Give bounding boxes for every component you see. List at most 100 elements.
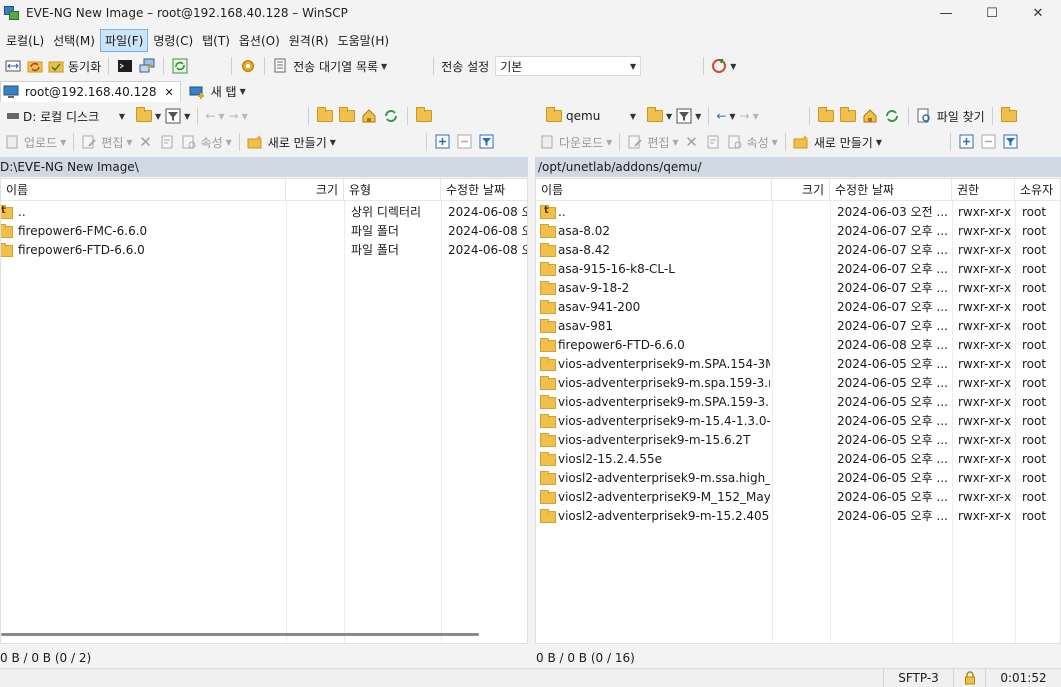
putty-button[interactable] (136, 55, 158, 77)
left-parent-dir-button[interactable] (314, 105, 336, 127)
left-root-dir-button[interactable] (336, 105, 358, 127)
transfer-settings-select[interactable]: 기본 ▼ (495, 56, 642, 76)
left-drive-select[interactable]: D: 로컬 디스크 ▼ (2, 106, 130, 126)
close-button[interactable]: ✕ (1015, 0, 1061, 26)
table-row[interactable]: viosl2-adventerprisek9-m-15.2.4055 2024-0… (536, 507, 1060, 526)
left-forward-button[interactable]: → ▼ (227, 105, 250, 127)
left-edit-button[interactable]: 편집 ▼ (79, 131, 134, 153)
update-check-button[interactable]: ▼ (709, 55, 738, 77)
menu-options[interactable]: 옵션(O) (235, 30, 284, 51)
menu-select[interactable]: 선택(M) (49, 30, 99, 51)
right-col-owner[interactable]: 소유자 (1015, 179, 1060, 201)
terminal-button[interactable] (114, 55, 136, 77)
sync-browse-button[interactable] (24, 55, 46, 77)
table-row[interactable]: viosl2-15.2.4.55e 2024-06-05 오후 ... rwxr-x… (536, 450, 1060, 469)
table-row[interactable]: asa-8.42 2024-06-07 오후 ... rwxr-xr-x root (536, 241, 1060, 260)
right-properties-button[interactable]: 속성 ▼ (725, 131, 780, 153)
table-row[interactable]: vios-adventerprisek9-m-15.6.2T 2024-06-05… (536, 431, 1060, 450)
right-col-date[interactable]: 수정한 날짜 (830, 179, 952, 201)
right-col-perm[interactable]: 권한 (952, 179, 1015, 201)
right-dir-select[interactable]: qemu ▼ (541, 106, 641, 126)
maximize-button[interactable]: ☐ (969, 0, 1015, 26)
left-filter-select-button[interactable] (476, 131, 498, 153)
right-new-button[interactable]: 새로 만들기 ▼ (791, 131, 884, 153)
right-delete-button[interactable]: ✕ (681, 131, 703, 153)
queue-list-button[interactable]: 전송 대기열 목록 ▼ (270, 55, 389, 77)
right-filter-select-button[interactable] (1000, 131, 1022, 153)
table-row[interactable]: firepower6-FTD-6.6.0 2024-06-08 오후 ... rwx… (536, 336, 1060, 355)
file-modified: 2024-06-08 오 (448, 243, 528, 257)
table-row[interactable]: vios-adventerprisek9-m.SPA.159-3.M3 2024-… (536, 393, 1060, 412)
left-refresh-button[interactable] (380, 105, 402, 127)
table-row[interactable]: vios-adventerprisek9-m.spa.159-3.m2 2024-… (536, 374, 1060, 393)
refresh-session-button[interactable] (169, 55, 191, 77)
left-path-bar[interactable]: D:\EVE-NG New Image\ (0, 157, 528, 177)
right-home-button[interactable] (859, 105, 881, 127)
table-row[interactable]: viosl2-adventerpriseK9-M_152_May_... 2024… (536, 488, 1060, 507)
menu-file[interactable]: 파일(F) (99, 28, 149, 52)
menu-tab[interactable]: 탭(T) (198, 30, 234, 51)
tab-session[interactable]: root@192.168.40.128 ✕ (0, 81, 181, 102)
right-open-dir-button[interactable]: ▼ (645, 105, 674, 127)
table-row[interactable]: vios-adventerprisek9-m-15.4-1.3.0-1... 20… (536, 412, 1060, 431)
right-path-bar[interactable]: /opt/unetlab/addons/qemu/ (535, 157, 1061, 177)
right-deselect-button[interactable] (978, 131, 1000, 153)
right-select-all-button[interactable] (956, 131, 978, 153)
table-row[interactable]: viosl2-adventerprisek9-m.ssa.high_iro...… (536, 469, 1060, 488)
left-rename-button[interactable] (157, 131, 179, 153)
left-select-all-button[interactable] (432, 131, 454, 153)
download-button[interactable]: 다운로드 ▼ (537, 131, 614, 153)
table-row[interactable]: firepower6-FMC-6.6.0 파일 폴더 2024-06-08 오 (1, 222, 527, 241)
synchronize-button[interactable]: 동기화 (46, 55, 103, 77)
right-file-list[interactable]: 이름 ^ 크기 수정한 날짜 권한 소유자 .. 2024-06-03 오전 ..… (535, 178, 1061, 644)
minimize-button[interactable]: — (923, 0, 969, 26)
left-home-button[interactable] (358, 105, 380, 127)
right-refresh-button[interactable] (881, 105, 903, 127)
table-row[interactable]: asa-915-16-k8-CL-L 2024-06-07 오후 ... rwxr-… (536, 260, 1060, 279)
left-open-dir-button[interactable]: ▼ (134, 105, 163, 127)
preferences-button[interactable] (237, 55, 259, 77)
menu-local[interactable]: 로컬(L) (2, 30, 48, 51)
table-row[interactable]: asav-981 2024-06-07 오후 ... rwxr-xr-x root (536, 317, 1060, 336)
right-back-button[interactable]: ← ▼ (714, 105, 737, 127)
left-file-list[interactable]: 이름 ^ 크기 유형 수정한 날짜 ..상위 디렉터리2024-06-08 오f… (0, 178, 528, 644)
left-filter-button[interactable]: ▼ (163, 105, 192, 127)
menu-remote[interactable]: 원격(R) (285, 30, 333, 51)
file-name: .. (558, 205, 566, 219)
menu-command[interactable]: 명령(C) (149, 30, 197, 51)
table-row[interactable]: asav-9-18-2 2024-06-07 오후 ... rwxr-xr-x roo… (536, 279, 1060, 298)
encryption-indicator[interactable] (953, 669, 985, 687)
compare-dirs-button[interactable] (2, 55, 24, 77)
left-properties-button[interactable]: 속성 ▼ (179, 131, 234, 153)
right-parent-dir-button[interactable] (815, 105, 837, 127)
left-tree-button[interactable] (413, 105, 435, 127)
left-new-button[interactable]: 새로 만들기 ▼ (245, 131, 338, 153)
pane-splitter[interactable] (529, 105, 534, 650)
right-tree-button[interactable] (998, 105, 1020, 127)
left-col-date[interactable]: 수정한 날짜 (441, 179, 527, 201)
right-forward-button[interactable]: → ▼ (738, 105, 761, 127)
left-delete-button[interactable]: ✕ (135, 131, 157, 153)
left-deselect-button[interactable] (454, 131, 476, 153)
right-root-dir-button[interactable] (837, 105, 859, 127)
right-edit-button[interactable]: 편집 ▼ (625, 131, 680, 153)
find-files-button[interactable]: 파일 찾기 (914, 105, 987, 127)
table-row[interactable]: vios-adventerprisek9-m.SPA.154-3M8 2024-0… (536, 355, 1060, 374)
parent-dir-row[interactable]: .. 상위 디렉터리 2024-06-08 오 (1, 203, 527, 222)
right-col-size[interactable]: 크기 (772, 179, 830, 201)
left-col-type[interactable]: 유형 (344, 179, 441, 201)
close-icon[interactable]: ✕ (164, 86, 173, 99)
right-filter-button[interactable]: ▼ (674, 105, 703, 127)
horizontal-scrollbar[interactable] (1, 633, 479, 636)
left-col-size[interactable]: 크기 (286, 179, 344, 201)
parent-dir-row[interactable]: .. 2024-06-03 오전 ... rwxr-xr-x root (536, 203, 1060, 222)
upload-button[interactable]: 업로드 ▼ (2, 131, 68, 153)
table-row[interactable]: asa-8.02 2024-06-07 오후 ... rwxr-xr-x root (536, 222, 1060, 241)
chevron-down-icon: ▼ (329, 137, 336, 147)
right-rename-button[interactable] (703, 131, 725, 153)
table-row[interactable]: firepower6-FTD-6.6.0 파일 폴더 2024-06-08 오 (1, 241, 527, 260)
menu-help[interactable]: 도움말(H) (334, 30, 394, 51)
table-row[interactable]: asav-941-200 2024-06-07 오후 ... rwxr-xr-x ro… (536, 298, 1060, 317)
left-back-button[interactable]: ← ▼ (203, 105, 226, 127)
tab-new[interactable]: 새 탭 ▼ (187, 81, 252, 102)
